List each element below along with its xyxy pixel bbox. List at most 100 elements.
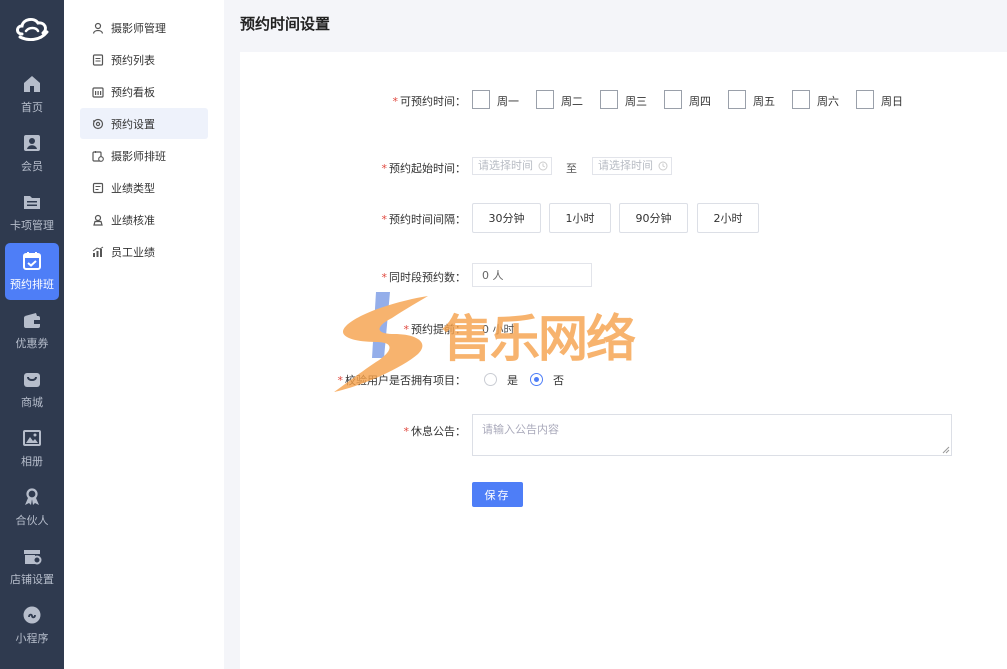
submenu-item-appointment-board[interactable]: 预约看板 bbox=[80, 76, 208, 107]
submenu-item-photographer-management[interactable]: 摄影师管理 bbox=[80, 12, 208, 43]
calendar-check-icon bbox=[23, 252, 41, 270]
main-nav-rail: 首页 会员 卡项管理 预约排班 优惠券 商城 相册 合伙人 店铺设置 小程序 bbox=[0, 0, 64, 669]
checkbox-wednesday[interactable] bbox=[600, 90, 618, 109]
rail-item-member[interactable]: 会员 bbox=[5, 125, 59, 182]
save-button[interactable]: 保存 bbox=[472, 482, 523, 507]
verify-no-radio[interactable] bbox=[530, 373, 543, 386]
settings-form-card bbox=[240, 52, 1007, 669]
submenu-item-label: 业绩类型 bbox=[111, 181, 155, 195]
required-mark: * bbox=[403, 425, 410, 438]
checkbox-saturday[interactable] bbox=[792, 90, 810, 109]
rail-item-coupon[interactable]: 优惠券 bbox=[5, 302, 59, 359]
notice-label: * 休息公告： bbox=[403, 425, 467, 438]
shopping-bag-icon bbox=[24, 373, 40, 387]
notice-textarea[interactable]: 请输入公告内容 bbox=[472, 414, 952, 456]
required-mark: * bbox=[403, 323, 410, 336]
rail-item-label: 优惠券 bbox=[15, 337, 49, 350]
end-time-input[interactable]: 请选择时间 bbox=[592, 157, 672, 175]
concurrent-input[interactable]: 0 人 bbox=[472, 263, 592, 287]
rail-item-home[interactable]: 首页 bbox=[5, 66, 59, 123]
start-time-input[interactable]: 请选择时间 bbox=[472, 157, 552, 175]
start-time-placeholder: 请选择时间 bbox=[478, 159, 533, 172]
folder-list-icon bbox=[24, 196, 40, 209]
rail-item-label: 商城 bbox=[21, 396, 43, 409]
start-time-label: * 预约起始时间： bbox=[381, 162, 467, 175]
verify-yes-radio[interactable] bbox=[484, 373, 497, 386]
checkbox-sunday[interactable] bbox=[856, 90, 874, 109]
rail-item-label: 会员 bbox=[21, 160, 43, 173]
clock-icon bbox=[538, 161, 548, 171]
type-icon bbox=[92, 182, 104, 193]
secondary-menu: 摄影师管理 预约列表 预约看板 预约设置 摄影师排班 业绩类型 业绩核准 员工业… bbox=[64, 0, 224, 669]
submenu-item-staff-performance[interactable]: 员工业绩 bbox=[80, 236, 208, 267]
rail-item-store-settings[interactable]: 店铺设置 bbox=[5, 538, 59, 595]
submenu-item-appointment-settings[interactable]: 预约设置 bbox=[80, 108, 208, 139]
rail-item-label: 合伙人 bbox=[15, 514, 49, 527]
weekday-label-monday: 周一 bbox=[497, 95, 519, 108]
rail-item-appointment[interactable]: 预约排班 bbox=[5, 243, 59, 300]
submenu-item-label: 预约看板 bbox=[111, 85, 155, 99]
rail-item-mall[interactable]: 商城 bbox=[5, 361, 59, 418]
checkbox-friday[interactable] bbox=[728, 90, 746, 109]
verify-label: * 校验用户是否拥有项目： bbox=[337, 374, 467, 387]
submenu-item-performance-type[interactable]: 业绩类型 bbox=[80, 172, 208, 203]
end-time-placeholder: 请选择时间 bbox=[598, 159, 653, 172]
advance-label: * 预约提前： bbox=[403, 323, 467, 336]
user-icon bbox=[92, 22, 104, 34]
submenu-item-performance-approval[interactable]: 业绩核准 bbox=[80, 204, 208, 235]
rail-item-album[interactable]: 相册 bbox=[5, 420, 59, 477]
submenu-item-label: 预约设置 bbox=[111, 117, 155, 131]
rail-item-label: 预约排班 bbox=[10, 278, 54, 291]
submenu-item-label: 员工业绩 bbox=[111, 245, 155, 259]
checkbox-thursday[interactable] bbox=[664, 90, 682, 109]
required-mark: * bbox=[392, 95, 399, 108]
image-icon bbox=[23, 430, 41, 446]
interval-option-1h[interactable]: 1小时 bbox=[549, 203, 611, 233]
wallet-icon bbox=[24, 313, 40, 328]
chart-icon bbox=[92, 246, 104, 257]
list-icon bbox=[92, 53, 104, 66]
rail-item-card-management[interactable]: 卡项管理 bbox=[5, 184, 59, 241]
weekday-label-friday: 周五 bbox=[753, 95, 775, 108]
checkbox-tuesday[interactable] bbox=[536, 90, 554, 109]
schedule-icon bbox=[92, 150, 104, 162]
submenu-item-label: 业绩核准 bbox=[111, 213, 155, 227]
rail-item-label: 小程序 bbox=[15, 632, 49, 645]
verify-yes-label: 是 bbox=[507, 374, 518, 387]
store-settings-icon bbox=[24, 550, 42, 565]
app-logo[interactable] bbox=[0, 0, 64, 56]
member-card-icon bbox=[24, 135, 40, 151]
rail-item-label: 相册 bbox=[21, 455, 43, 468]
range-separator: 至 bbox=[566, 162, 577, 175]
submenu-item-photographer-schedule[interactable]: 摄影师排班 bbox=[80, 140, 208, 171]
rail-item-label: 首页 bbox=[21, 101, 43, 114]
rail-item-mini-program[interactable]: 小程序 bbox=[5, 597, 59, 654]
interval-option-90min[interactable]: 90分钟 bbox=[619, 203, 688, 233]
page-title: 预约时间设置 bbox=[240, 15, 331, 33]
verify-no-label: 否 bbox=[553, 374, 564, 387]
settings-icon bbox=[92, 118, 104, 129]
concurrent-label: * 同时段预约数： bbox=[381, 271, 467, 284]
interval-option-2h[interactable]: 2小时 bbox=[697, 203, 759, 233]
advance-value[interactable]: 0 小时 bbox=[482, 321, 515, 337]
notice-placeholder: 请输入公告内容 bbox=[482, 423, 559, 436]
weekday-label-saturday: 周六 bbox=[817, 95, 839, 108]
submenu-item-label: 预约列表 bbox=[111, 53, 155, 67]
rail-item-label: 店铺设置 bbox=[10, 573, 54, 586]
cloud-logo-icon bbox=[16, 17, 49, 41]
submenu-item-label: 摄影师管理 bbox=[111, 21, 166, 35]
weekday-label-tuesday: 周二 bbox=[561, 95, 583, 108]
required-mark: * bbox=[381, 271, 388, 284]
submenu-item-appointment-list[interactable]: 预约列表 bbox=[80, 44, 208, 75]
checkbox-monday[interactable] bbox=[472, 90, 490, 109]
submenu-item-label: 摄影师排班 bbox=[111, 149, 166, 163]
approve-icon bbox=[93, 214, 103, 226]
rail-item-partner[interactable]: 合伙人 bbox=[5, 479, 59, 536]
interval-option-30min[interactable]: 30分钟 bbox=[472, 203, 541, 233]
interval-label: * 预约时间间隔： bbox=[381, 213, 467, 226]
resize-grip-icon[interactable] bbox=[942, 446, 950, 454]
required-mark: * bbox=[337, 374, 344, 387]
weekday-label-sunday: 周日 bbox=[881, 95, 903, 108]
board-icon bbox=[92, 86, 104, 98]
partner-icon bbox=[25, 488, 39, 505]
